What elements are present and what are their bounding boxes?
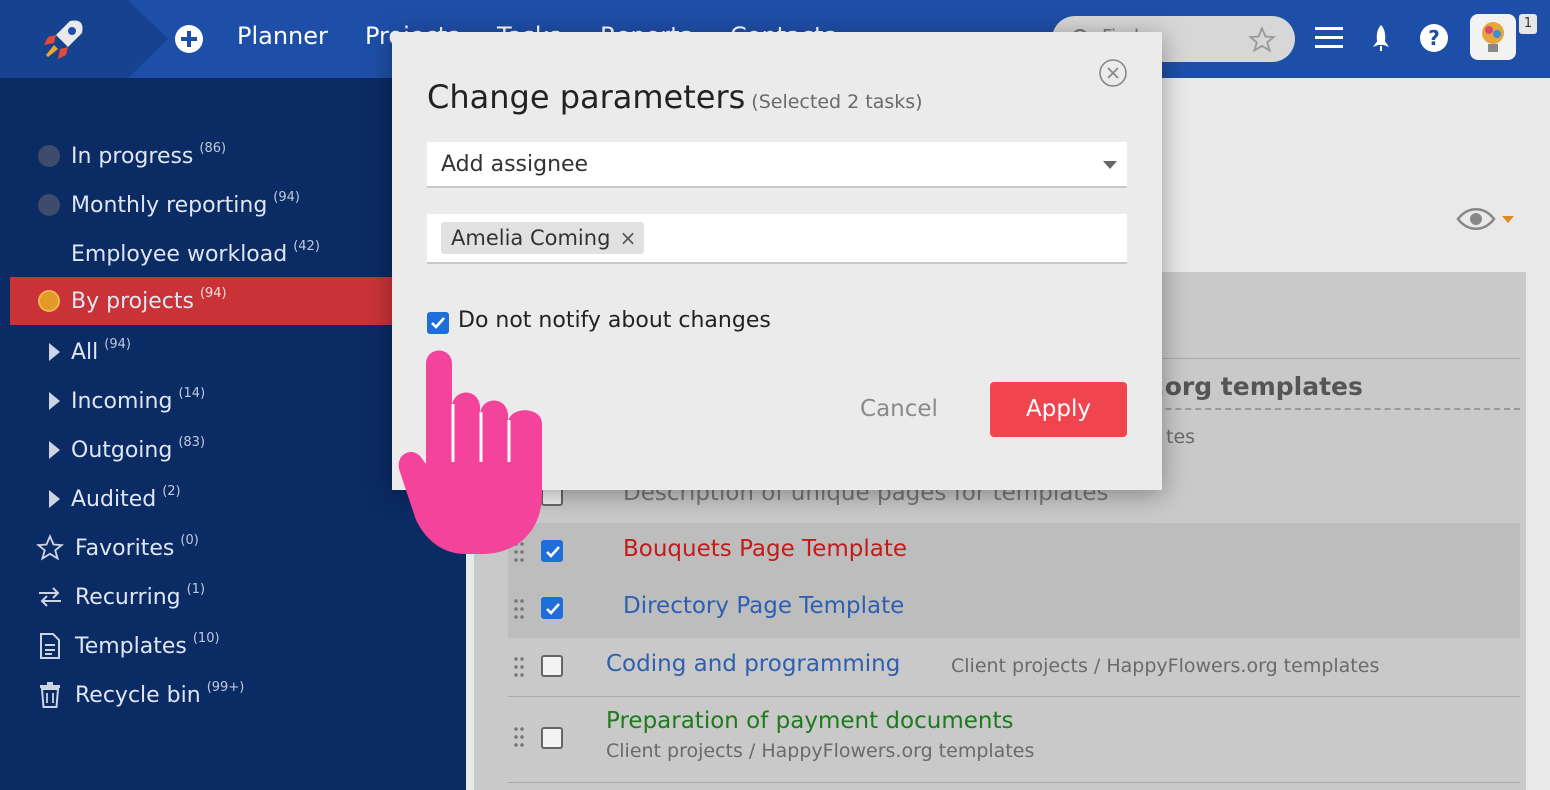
- star-outline-icon: [35, 534, 64, 562]
- sidebar-item-label: Incoming: [71, 388, 173, 414]
- assignee-tag: Amelia Coming ×: [441, 222, 645, 254]
- document-icon: [35, 632, 64, 660]
- expand-arrow-icon[interactable]: [49, 392, 60, 410]
- expand-arrow-icon[interactable]: [49, 343, 60, 361]
- assignee-tag-input[interactable]: Amelia Coming ×: [427, 214, 1127, 264]
- repeat-icon: [35, 583, 64, 611]
- sidebar-item-label: Audited: [71, 486, 157, 512]
- do-not-notify-checkbox[interactable]: [427, 312, 449, 334]
- trash-icon: [35, 681, 64, 709]
- drag-handle-icon[interactable]: [513, 656, 525, 678]
- sidebar-item-count: (10): [192, 630, 220, 646]
- add-icon[interactable]: [174, 24, 204, 54]
- dialog-title-text: Change parameters: [427, 78, 746, 116]
- help-icon[interactable]: ?: [1417, 20, 1451, 56]
- sidebar-item-label: Templates: [75, 633, 187, 659]
- checkmark-icon: [546, 603, 560, 615]
- sidebar-item-count: (94): [199, 285, 227, 301]
- rocket-icon: [44, 20, 83, 59]
- sidebar-item-count: (99+): [206, 679, 245, 695]
- avatar[interactable]: [1470, 14, 1516, 60]
- dialog-subtitle: (Selected 2 tasks): [751, 91, 923, 113]
- drag-handle-icon[interactable]: [513, 598, 525, 620]
- do-not-notify-label[interactable]: Do not notify about changes: [458, 308, 771, 333]
- sidebar-item-recurring[interactable]: Recurring (1): [0, 573, 466, 621]
- task-path: Client projects / HappyFlowers.org templ…: [606, 740, 1035, 762]
- sidebar-item-templates[interactable]: Templates (10): [0, 622, 466, 670]
- task-title[interactable]: Bouquets Page Template: [623, 536, 907, 562]
- sidebar-item-count: (86): [199, 140, 227, 156]
- row-checkbox[interactable]: [541, 597, 563, 619]
- row-divider: [508, 782, 1520, 783]
- dialog-title: Change parameters (Selected 2 tasks): [427, 78, 923, 116]
- sidebar-item-label: All: [71, 339, 99, 365]
- checkmark-icon: [546, 546, 560, 558]
- sidebar-item-label: Recurring: [75, 584, 181, 610]
- expand-arrow-icon[interactable]: [49, 441, 60, 459]
- table-row[interactable]: Bouquets Page Template: [508, 523, 1520, 580]
- nav-planner[interactable]: Planner: [237, 22, 328, 50]
- drag-handle-icon[interactable]: [513, 726, 525, 748]
- remove-tag-icon[interactable]: ×: [620, 222, 637, 254]
- nav-chevron-shape: [128, 0, 168, 78]
- row-checkbox[interactable]: [541, 655, 563, 677]
- assignee-tag-label: Amelia Coming: [451, 226, 611, 250]
- cancel-button[interactable]: Cancel: [844, 382, 954, 436]
- star-icon[interactable]: [1248, 26, 1276, 54]
- status-dot: [38, 145, 60, 167]
- sidebar-item-count: (94): [104, 336, 131, 352]
- table-row[interactable]: Coding and programming Client projects /…: [508, 638, 1520, 696]
- menu-icon[interactable]: [1312, 20, 1346, 56]
- sidebar-item-label: Employee workload: [71, 241, 288, 267]
- sidebar-item-label: In progress: [71, 143, 194, 169]
- sidebar-item-count: (0): [180, 532, 199, 548]
- status-dot: [38, 194, 60, 216]
- sidebar-item-label: Recycle bin: [75, 682, 201, 708]
- sidebar-item-count: (42): [293, 238, 320, 254]
- checkmark-icon: [431, 317, 445, 329]
- svg-text:?: ?: [1428, 26, 1440, 50]
- select-value: Add assignee: [441, 152, 589, 177]
- sidebar-item-count: (1): [186, 581, 206, 597]
- sidebar-item-count: (94): [273, 189, 300, 205]
- close-icon[interactable]: [1098, 58, 1128, 88]
- app-logo[interactable]: [0, 0, 128, 78]
- lightbulb-icon: [1482, 22, 1504, 52]
- row-checkbox[interactable]: [541, 727, 563, 749]
- sidebar-item-label: Monthly reporting: [71, 192, 268, 218]
- sidebar-item-count: (83): [178, 434, 206, 450]
- sidebar-item-count: (14): [178, 385, 206, 401]
- task-path: Client projects / HappyFlowers.org templ…: [951, 655, 1380, 677]
- table-row[interactable]: Directory Page Template: [508, 580, 1520, 638]
- notification-badge: 1: [1519, 14, 1537, 34]
- group-path: tes: [1166, 426, 1196, 448]
- assignee-action-select[interactable]: Add assignee: [427, 142, 1127, 188]
- table-row[interactable]: Preparation of payment documents Client …: [508, 698, 1520, 782]
- sidebar-item-label: By projects: [71, 288, 194, 314]
- chevron-down-icon: [1103, 161, 1117, 169]
- sidebar-item-recycle-bin[interactable]: Recycle bin (99+): [0, 671, 466, 719]
- expand-arrow-icon[interactable]: [49, 490, 60, 508]
- sidebar-item-count: (2): [162, 483, 181, 499]
- view-options-eye-icon[interactable]: [1456, 204, 1516, 238]
- project-group-title[interactable]: rs.org templates: [1128, 372, 1363, 401]
- status-dot: [38, 290, 60, 312]
- task-title[interactable]: Preparation of payment documents: [606, 708, 1013, 734]
- sidebar-item-label: Favorites: [75, 535, 175, 561]
- sidebar-item-label: Outgoing: [71, 437, 173, 463]
- row-divider: [508, 696, 1520, 697]
- task-title[interactable]: Directory Page Template: [623, 593, 904, 619]
- pointing-hand-icon: [398, 350, 542, 554]
- task-title[interactable]: Coding and programming: [606, 651, 900, 677]
- rocket-small-icon[interactable]: [1364, 20, 1398, 56]
- apply-button[interactable]: Apply: [990, 382, 1127, 437]
